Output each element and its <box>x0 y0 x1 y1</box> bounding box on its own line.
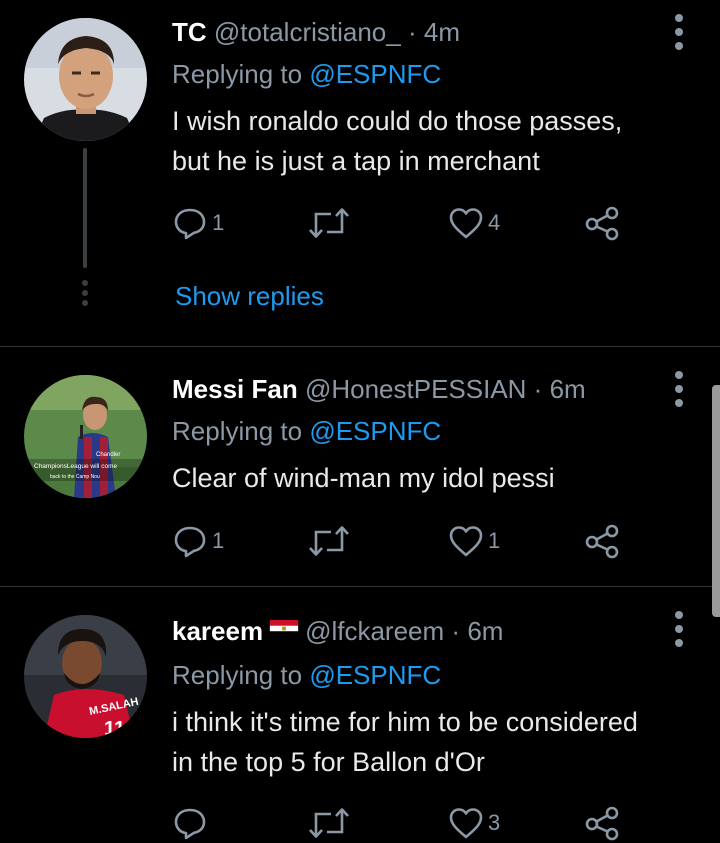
speech-bubble-icon <box>172 805 208 841</box>
like-count: 1 <box>488 528 501 553</box>
tweet[interactable]: M.SALAH 11 kareem @lfckareem · 6m Replyin… <box>0 587 720 837</box>
tweet[interactable]: TC @totalcristiano_ · 4m Replying to @ES… <box>0 0 720 346</box>
share-nodes-icon <box>584 805 620 841</box>
more-options-icon[interactable] <box>671 12 687 52</box>
heart-outline-icon <box>448 205 484 241</box>
timestamp[interactable]: 6m <box>467 616 503 646</box>
tweet-text-line: in the top 5 for Ballon d'Or <box>172 747 485 777</box>
reply-button[interactable]: 1 <box>172 203 224 243</box>
display-name[interactable]: kareem <box>172 616 263 646</box>
display-name[interactable]: TC <box>172 17 207 47</box>
reply-count: 1 <box>212 210 225 235</box>
tweet-text: i think it's time for him to be consider… <box>172 702 702 782</box>
retweet-button[interactable] <box>307 203 351 243</box>
like-button[interactable]: 4 <box>448 203 500 243</box>
avatar-caption: ChampionsLeague will come <box>34 463 117 470</box>
tweet-text-line: but he is just a tap in merchant <box>172 146 540 176</box>
retweet-arrows-icon <box>307 805 351 841</box>
like-button[interactable]: 1 <box>448 521 500 561</box>
reply-button[interactable]: 1 <box>172 521 224 561</box>
share-button[interactable] <box>584 521 620 561</box>
scrollbar-thumb[interactable] <box>712 385 720 617</box>
speech-bubble-icon <box>172 523 208 559</box>
tweet-text-line: I wish ronaldo could do those passes, <box>172 106 623 136</box>
tweet-text-line: i think it's time for him to be consider… <box>172 707 638 737</box>
tweet-text: I wish ronaldo could do those passes, bu… <box>172 101 702 181</box>
retweet-arrows-icon <box>307 205 351 241</box>
retweet-button[interactable] <box>307 803 351 843</box>
more-options-icon[interactable] <box>671 609 687 649</box>
action-bar: 1 1 <box>172 521 652 561</box>
separator-dot: · <box>451 616 461 646</box>
timestamp[interactable]: 4m <box>424 17 460 47</box>
more-options-icon[interactable] <box>671 369 687 409</box>
heart-outline-icon <box>448 805 484 841</box>
speech-bubble-icon <box>172 205 208 241</box>
reply-button[interactable] <box>172 803 208 843</box>
replying-to: Replying to @ESPNFC <box>172 659 441 691</box>
tweet-text-line: Clear of wind-man my idol pessi <box>172 463 555 493</box>
separator-dot: · <box>533 374 543 404</box>
avatar[interactable] <box>24 18 147 141</box>
user-handle[interactable]: @HonestPESSIAN <box>305 374 526 404</box>
tweet[interactable]: Chandler ChampionsLeague will come back … <box>0 347 720 586</box>
avatar-caption: Chandler <box>96 452 120 458</box>
avatar[interactable]: Chandler ChampionsLeague will come back … <box>24 375 147 498</box>
mention-link[interactable]: @ESPNFC <box>309 416 441 446</box>
replying-to-label: Replying to <box>172 660 310 690</box>
display-name[interactable]: Messi Fan <box>172 374 298 404</box>
avatar[interactable]: M.SALAH 11 <box>24 615 147 738</box>
timestamp[interactable]: 6m <box>550 374 586 404</box>
replying-to: Replying to @ESPNFC <box>172 58 441 90</box>
share-button[interactable] <box>584 203 620 243</box>
retweet-button[interactable] <box>307 521 351 561</box>
action-bar: 1 4 <box>172 203 652 243</box>
like-button[interactable]: 3 <box>448 803 500 843</box>
thread-dots <box>80 280 90 310</box>
tweet-header: Messi Fan @HonestPESSIAN · 6m <box>172 373 586 405</box>
mention-link[interactable]: @ESPNFC <box>309 660 441 690</box>
heart-outline-icon <box>448 523 484 559</box>
replying-to-label: Replying to <box>172 59 310 89</box>
separator-dot: · <box>407 17 417 47</box>
mention-link[interactable]: @ESPNFC <box>309 59 441 89</box>
tweet-header: kareem @lfckareem · 6m <box>172 615 503 647</box>
retweet-arrows-icon <box>307 523 351 559</box>
tweet-header: TC @totalcristiano_ · 4m <box>172 16 460 48</box>
action-bar: 3 <box>172 803 652 843</box>
share-nodes-icon <box>584 523 620 559</box>
tweet-text: Clear of wind-man my idol pessi <box>172 458 702 498</box>
user-handle[interactable]: @totalcristiano_ <box>214 17 401 47</box>
replying-to-label: Replying to <box>172 416 310 446</box>
avatar-caption: back to the Camp Nou <box>50 474 100 480</box>
show-replies-link[interactable]: Show replies <box>175 280 324 312</box>
thread-line <box>83 148 87 268</box>
like-count: 3 <box>488 810 501 835</box>
share-button[interactable] <box>584 803 620 843</box>
replying-to: Replying to @ESPNFC <box>172 415 441 447</box>
user-handle[interactable]: @lfckareem <box>305 616 444 646</box>
egypt-flag-icon <box>269 620 299 637</box>
share-nodes-icon <box>584 205 620 241</box>
like-count: 4 <box>488 210 501 235</box>
reply-count: 1 <box>212 528 225 553</box>
avatar-shirt-number: 11 <box>104 718 125 738</box>
